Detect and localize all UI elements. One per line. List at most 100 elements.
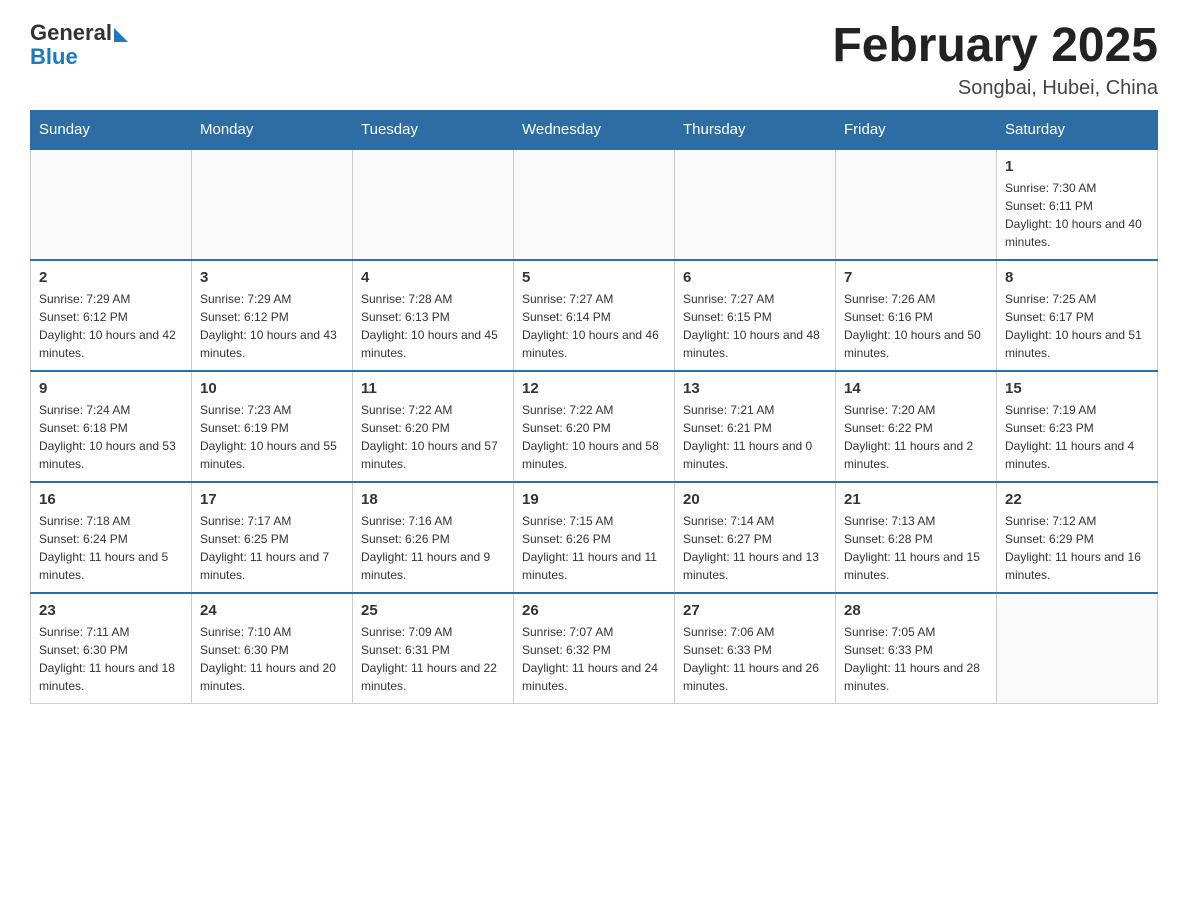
calendar-cell: 4 Sunrise: 7:28 AMSunset: 6:13 PMDaylight…: [353, 260, 514, 371]
calendar-cell: 13 Sunrise: 7:21 AMSunset: 6:21 PMDayligh…: [675, 371, 836, 482]
calendar-cell: 11 Sunrise: 7:22 AMSunset: 6:20 PMDayligh…: [353, 371, 514, 482]
logo-arrow-icon: [114, 28, 128, 42]
day-number: 10: [200, 380, 344, 397]
day-number: 16: [39, 491, 183, 508]
day-info: Sunrise: 7:05 AMSunset: 6:33 PMDaylight:…: [844, 623, 988, 695]
day-number: 18: [361, 491, 505, 508]
day-info: Sunrise: 7:28 AMSunset: 6:13 PMDaylight:…: [361, 290, 505, 362]
day-info: Sunrise: 7:16 AMSunset: 6:26 PMDaylight:…: [361, 512, 505, 584]
day-info: Sunrise: 7:21 AMSunset: 6:21 PMDaylight:…: [683, 401, 827, 473]
day-info: Sunrise: 7:10 AMSunset: 6:30 PMDaylight:…: [200, 623, 344, 695]
day-number: 1: [1005, 158, 1149, 175]
calendar-cell: 25Sunrise: 7:09 AMSunset: 6:31 PMDayligh…: [353, 593, 514, 704]
day-number: 26: [522, 602, 666, 619]
calendar-cell: 16 Sunrise: 7:18 AMSunset: 6:24 PMDayligh…: [31, 482, 192, 593]
day-number: 17: [200, 491, 344, 508]
page-header: General Blue February 2025 Songbai, Hube…: [30, 20, 1158, 100]
logo-blue-text: Blue: [30, 44, 78, 70]
day-info: Sunrise: 7:30 AMSunset: 6:11 PMDaylight:…: [1005, 179, 1149, 251]
day-info: Sunrise: 7:27 AMSunset: 6:14 PMDaylight:…: [522, 290, 666, 362]
day-info: Sunrise: 7:22 AMSunset: 6:20 PMDaylight:…: [361, 401, 505, 473]
calendar-cell: [997, 593, 1158, 704]
day-info: Sunrise: 7:06 AMSunset: 6:33 PMDaylight:…: [683, 623, 827, 695]
calendar-table: SundayMondayTuesdayWednesdayThursdayFrid…: [30, 110, 1158, 704]
calendar-cell: 18 Sunrise: 7:16 AMSunset: 6:26 PMDayligh…: [353, 482, 514, 593]
calendar-cell: 3 Sunrise: 7:29 AMSunset: 6:12 PMDaylight…: [192, 260, 353, 371]
calendar-cell: 26 Sunrise: 7:07 AMSunset: 6:32 PMDayligh…: [514, 593, 675, 704]
day-number: 15: [1005, 380, 1149, 397]
day-info: Sunrise: 7:23 AMSunset: 6:19 PMDaylight:…: [200, 401, 344, 473]
day-number: 21: [844, 491, 988, 508]
day-info: Sunrise: 7:26 AMSunset: 6:16 PMDaylight:…: [844, 290, 988, 362]
day-number: 28: [844, 602, 988, 619]
day-info: Sunrise: 7:22 AMSunset: 6:20 PMDaylight:…: [522, 401, 666, 473]
day-info: Sunrise: 7:07 AMSunset: 6:32 PMDaylight:…: [522, 623, 666, 695]
calendar-cell: 24 Sunrise: 7:10 AMSunset: 6:30 PMDayligh…: [192, 593, 353, 704]
day-number: 19: [522, 491, 666, 508]
day-number: 2: [39, 269, 183, 286]
day-number: 3: [200, 269, 344, 286]
calendar-cell: 19Sunrise: 7:15 AMSunset: 6:26 PMDayligh…: [514, 482, 675, 593]
calendar-week-row: 2 Sunrise: 7:29 AMSunset: 6:12 PMDaylight…: [31, 260, 1158, 371]
calendar-cell: 23 Sunrise: 7:11 AMSunset: 6:30 PMDayligh…: [31, 593, 192, 704]
day-number: 6: [683, 269, 827, 286]
day-info: Sunrise: 7:19 AMSunset: 6:23 PMDaylight:…: [1005, 401, 1149, 473]
day-info: Sunrise: 7:09 AMSunset: 6:31 PMDaylight:…: [361, 623, 505, 695]
calendar-cell: 2 Sunrise: 7:29 AMSunset: 6:12 PMDaylight…: [31, 260, 192, 371]
calendar-week-row: 1 Sunrise: 7:30 AMSunset: 6:11 PMDaylight…: [31, 149, 1158, 260]
calendar-cell: 14Sunrise: 7:20 AMSunset: 6:22 PMDayligh…: [836, 371, 997, 482]
day-number: 12: [522, 380, 666, 397]
day-number: 23: [39, 602, 183, 619]
calendar-cell: 10 Sunrise: 7:23 AMSunset: 6:19 PMDayligh…: [192, 371, 353, 482]
day-info: Sunrise: 7:18 AMSunset: 6:24 PMDaylight:…: [39, 512, 183, 584]
calendar-cell: 6 Sunrise: 7:27 AMSunset: 6:15 PMDaylight…: [675, 260, 836, 371]
calendar-cell: 12 Sunrise: 7:22 AMSunset: 6:20 PMDayligh…: [514, 371, 675, 482]
logo: General Blue: [30, 20, 128, 70]
calendar-cell: 22Sunrise: 7:12 AMSunset: 6:29 PMDayligh…: [997, 482, 1158, 593]
weekday-header-row: SundayMondayTuesdayWednesdayThursdayFrid…: [31, 110, 1158, 149]
calendar-cell: 27Sunrise: 7:06 AMSunset: 6:33 PMDayligh…: [675, 593, 836, 704]
calendar-cell: [836, 149, 997, 260]
day-info: Sunrise: 7:27 AMSunset: 6:15 PMDaylight:…: [683, 290, 827, 362]
day-number: 4: [361, 269, 505, 286]
calendar-week-row: 16 Sunrise: 7:18 AMSunset: 6:24 PMDayligh…: [31, 482, 1158, 593]
day-info: Sunrise: 7:29 AMSunset: 6:12 PMDaylight:…: [39, 290, 183, 362]
day-info: Sunrise: 7:11 AMSunset: 6:30 PMDaylight:…: [39, 623, 183, 695]
day-number: 22: [1005, 491, 1149, 508]
weekday-header-monday: Monday: [192, 110, 353, 149]
weekday-header-saturday: Saturday: [997, 110, 1158, 149]
calendar-cell: 15 Sunrise: 7:19 AMSunset: 6:23 PMDayligh…: [997, 371, 1158, 482]
calendar-cell: [192, 149, 353, 260]
weekday-header-friday: Friday: [836, 110, 997, 149]
day-info: Sunrise: 7:17 AMSunset: 6:25 PMDaylight:…: [200, 512, 344, 584]
calendar-week-row: 9 Sunrise: 7:24 AMSunset: 6:18 PMDaylight…: [31, 371, 1158, 482]
calendar-cell: [353, 149, 514, 260]
day-info: Sunrise: 7:13 AMSunset: 6:28 PMDaylight:…: [844, 512, 988, 584]
weekday-header-thursday: Thursday: [675, 110, 836, 149]
day-number: 9: [39, 380, 183, 397]
calendar-cell: [514, 149, 675, 260]
weekday-header-wednesday: Wednesday: [514, 110, 675, 149]
title-area: February 2025 Songbai, Hubei, China: [832, 20, 1158, 100]
location-subtitle: Songbai, Hubei, China: [832, 77, 1158, 100]
weekday-header-tuesday: Tuesday: [353, 110, 514, 149]
calendar-cell: 21 Sunrise: 7:13 AMSunset: 6:28 PMDayligh…: [836, 482, 997, 593]
day-info: Sunrise: 7:24 AMSunset: 6:18 PMDaylight:…: [39, 401, 183, 473]
calendar-cell: 7Sunrise: 7:26 AMSunset: 6:16 PMDaylight…: [836, 260, 997, 371]
calendar-cell: [31, 149, 192, 260]
calendar-cell: 9 Sunrise: 7:24 AMSunset: 6:18 PMDaylight…: [31, 371, 192, 482]
day-info: Sunrise: 7:14 AMSunset: 6:27 PMDaylight:…: [683, 512, 827, 584]
day-number: 24: [200, 602, 344, 619]
day-number: 14: [844, 380, 988, 397]
day-number: 11: [361, 380, 505, 397]
day-number: 8: [1005, 269, 1149, 286]
month-title: February 2025: [832, 20, 1158, 73]
calendar-cell: 8Sunrise: 7:25 AMSunset: 6:17 PMDaylight…: [997, 260, 1158, 371]
logo-general-text: General: [30, 20, 112, 46]
calendar-cell: 5Sunrise: 7:27 AMSunset: 6:14 PMDaylight…: [514, 260, 675, 371]
day-number: 20: [683, 491, 827, 508]
calendar-cell: 17 Sunrise: 7:17 AMSunset: 6:25 PMDayligh…: [192, 482, 353, 593]
day-info: Sunrise: 7:29 AMSunset: 6:12 PMDaylight:…: [200, 290, 344, 362]
weekday-header-sunday: Sunday: [31, 110, 192, 149]
day-number: 13: [683, 380, 827, 397]
